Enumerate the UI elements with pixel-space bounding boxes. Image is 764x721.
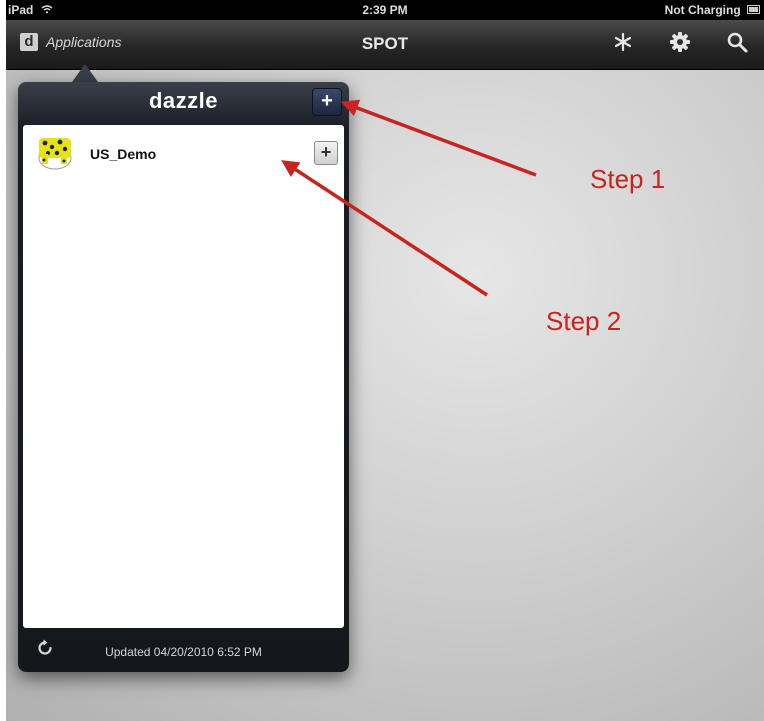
popover-header: dazzle + — [18, 82, 349, 122]
nav-title: SPOT — [361, 34, 409, 53]
status-bar: iPad 2:39 PM Not Charging — [6, 0, 764, 20]
popover-title: dazzle — [148, 88, 219, 113]
app-icon — [34, 134, 76, 172]
application-list: US_Demo + — [23, 125, 344, 628]
status-right: Not Charging — [665, 3, 760, 17]
popover-arrow — [72, 64, 98, 82]
step-1-annotation: Step 1 — [590, 164, 666, 194]
popover-footer: Updated 04/20/2010 6:52 PM — [18, 631, 349, 672]
dazzle-popover: dazzle + US_Demo + Updated 04/20/2010 6:… — [18, 82, 349, 672]
gear-icon[interactable] — [669, 31, 691, 59]
snowflake-icon[interactable] — [612, 31, 634, 59]
add-application-button[interactable]: + — [312, 88, 342, 116]
add-item-button[interactable]: + — [314, 141, 338, 165]
battery-icon — [747, 5, 760, 15]
search-icon[interactable] — [726, 31, 748, 59]
status-time: 2:39 PM — [362, 3, 408, 17]
list-item[interactable]: US_Demo + — [23, 125, 344, 181]
step-2-annotation: Step 2 — [546, 306, 622, 336]
app-name-label: US_Demo — [90, 146, 157, 162]
ipad-screen: iPad 2:39 PM Not Charging d Applications… — [6, 0, 764, 721]
battery-status: Not Charging — [664, 3, 741, 17]
nav-bar: d Applications SPOT — [6, 20, 764, 70]
updated-timestamp: Updated 04/20/2010 6:52 PM — [105, 645, 262, 659]
